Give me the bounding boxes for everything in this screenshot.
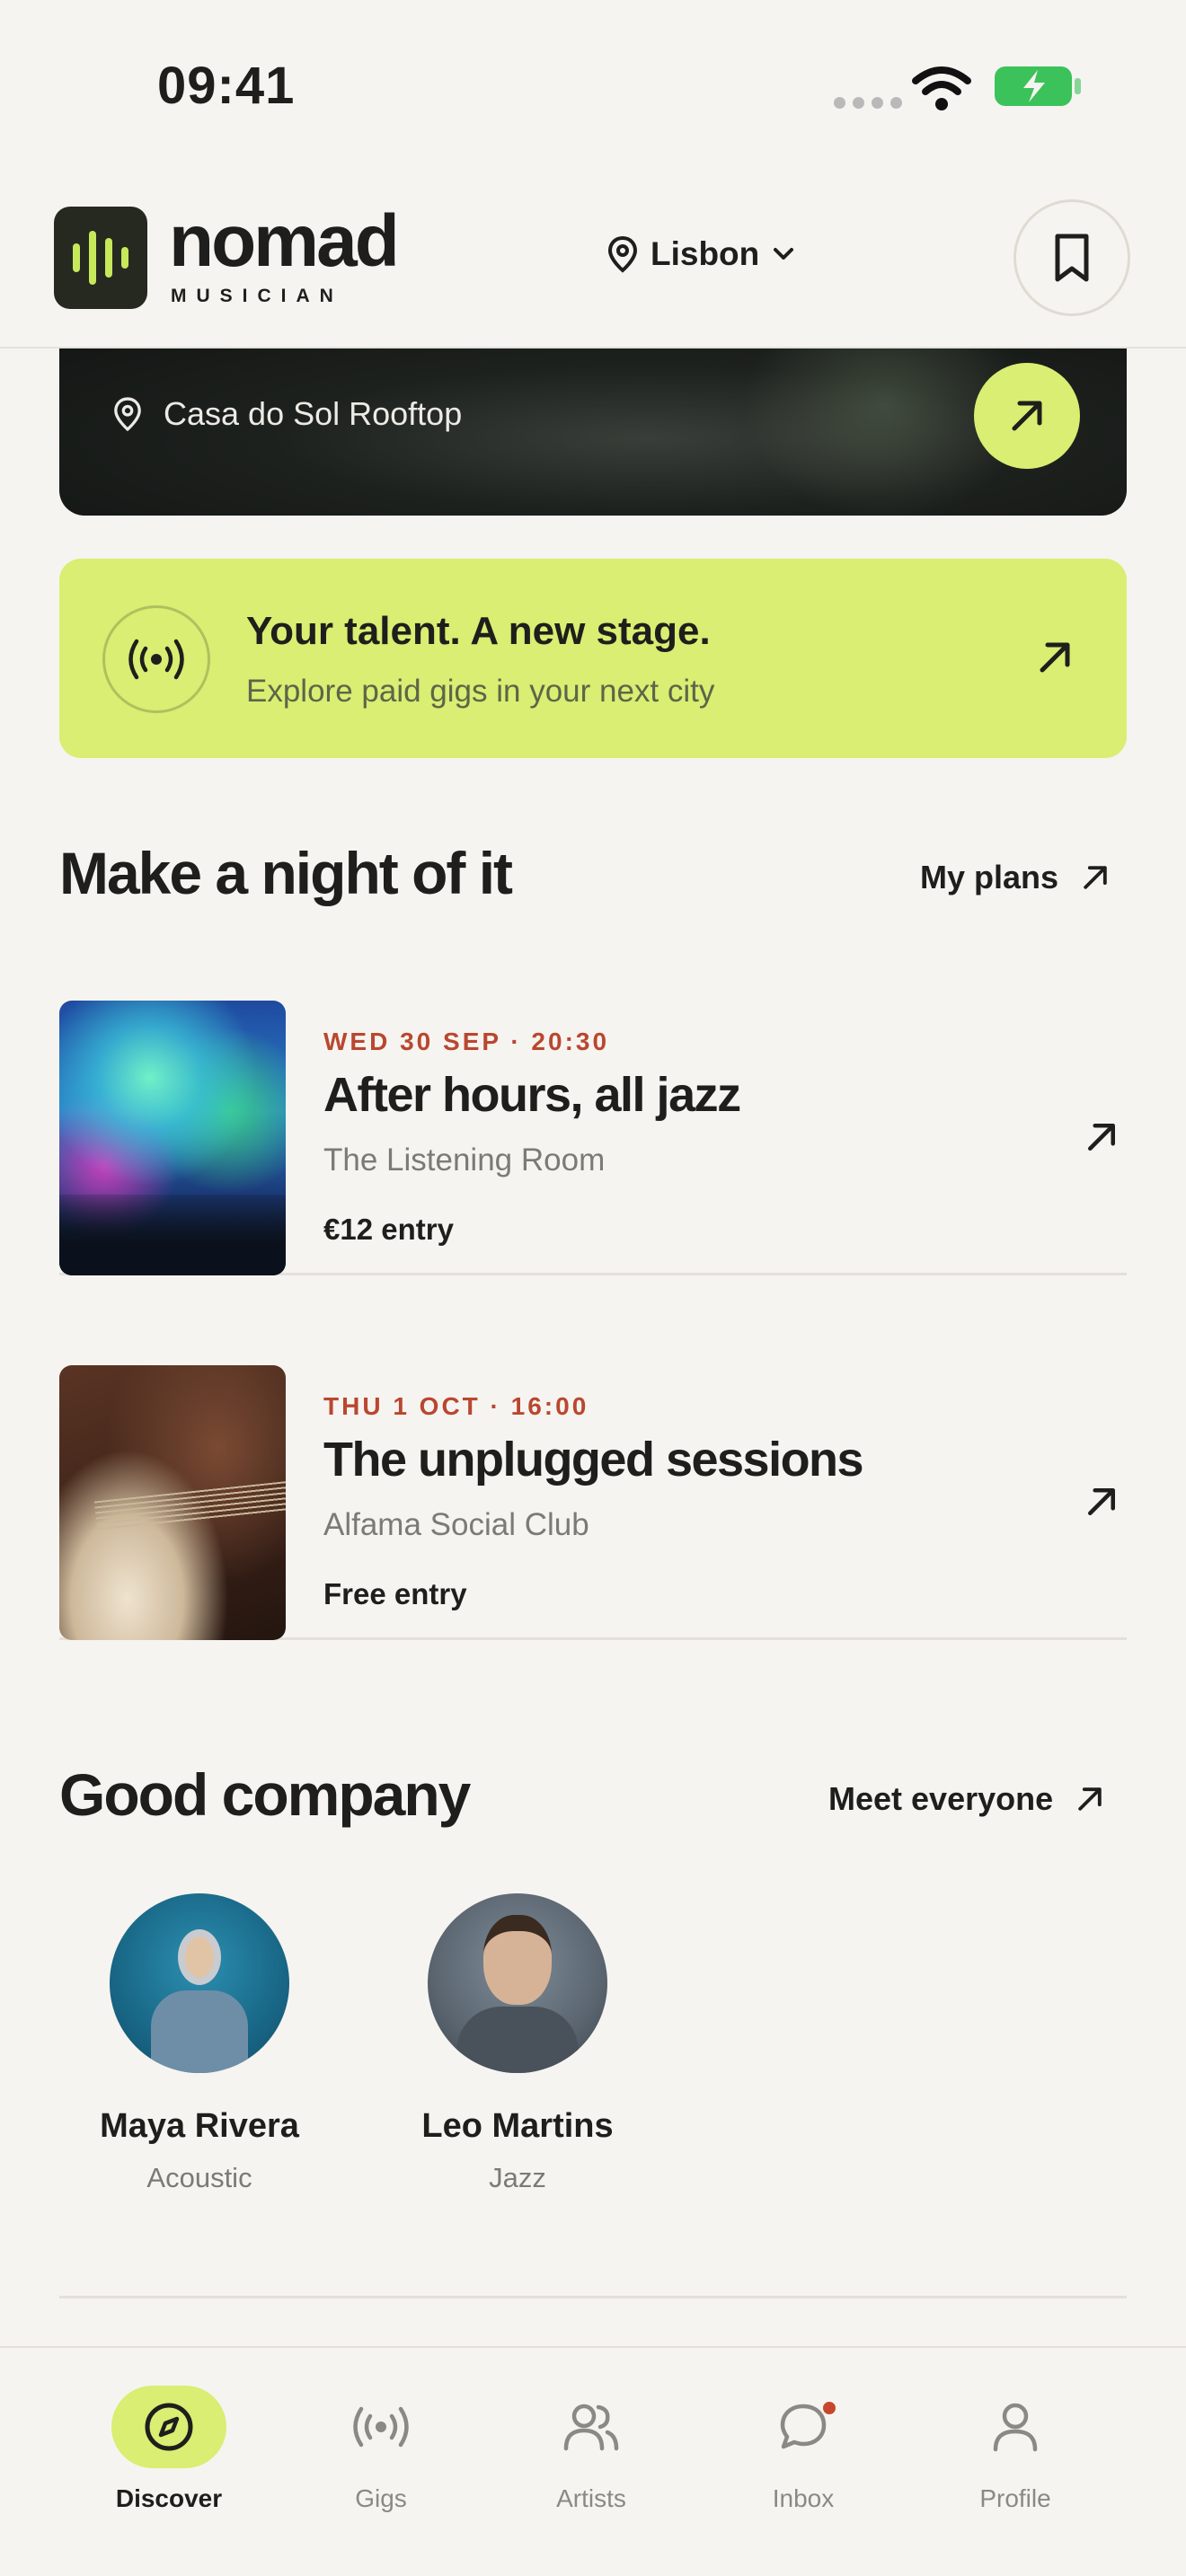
open-venue-button[interactable] xyxy=(974,363,1080,469)
user-icon xyxy=(993,2403,1038,2452)
venue-label: Casa do Sol Rooftop xyxy=(113,395,462,433)
tab-label: Gigs xyxy=(355,2484,407,2512)
tab-label: Profile xyxy=(979,2484,1051,2512)
event-date: WED 30 SEP · 20:30 xyxy=(323,1028,610,1055)
logo-text: nomad xyxy=(169,200,400,282)
bookmark-icon xyxy=(1055,234,1089,282)
logo-subtitle: MUSICIAN xyxy=(171,286,343,306)
unread-dot xyxy=(823,2402,836,2414)
tab-label: Artists xyxy=(556,2484,626,2512)
status-time: 09:41 xyxy=(157,57,296,115)
arrow-up-right-icon xyxy=(1088,1488,1115,1515)
event-title: The unplugged sessions xyxy=(323,1433,864,1486)
event-venue: The Listening Room xyxy=(323,1142,606,1178)
person-genre: Acoustic xyxy=(146,2162,252,2193)
arrow-up-right-icon xyxy=(1088,1124,1115,1151)
tab-label: Inbox xyxy=(772,2484,835,2512)
section-divider xyxy=(59,2296,1127,2298)
tab-profile[interactable]: Profile xyxy=(925,2386,1105,2513)
status-bar: 09:41 xyxy=(0,0,1186,171)
tab-discover[interactable]: Discover xyxy=(79,2386,259,2513)
event-thumbnail xyxy=(59,1365,286,1640)
cellular-signal-icon xyxy=(834,97,902,109)
event-date: THU 1 OCT · 16:00 xyxy=(323,1392,589,1420)
chat-bubble-icon xyxy=(780,2404,827,2449)
person-card[interactable]: Leo Martins Jazz xyxy=(401,1893,634,2194)
promo-subtitle: Explore paid gigs in your next city xyxy=(246,674,715,709)
battery-charging-icon xyxy=(995,66,1081,106)
featured-venue-card[interactable]: Casa do Sol Rooftop xyxy=(59,323,1127,516)
meet-everyone-label: Meet everyone xyxy=(828,1780,1054,1817)
promo-title: Your talent. A new stage. xyxy=(246,609,711,653)
event-thumbnail xyxy=(59,1001,286,1275)
arrow-up-right-icon xyxy=(1084,866,1107,889)
city-picker[interactable]: Lisbon xyxy=(607,235,795,273)
arrow-up-right-icon xyxy=(1040,642,1070,673)
promo-banner[interactable]: Your talent. A new stage. Explore paid g… xyxy=(59,559,1127,758)
broadcast-icon xyxy=(102,605,210,713)
meet-everyone-link[interactable]: Meet everyone xyxy=(828,1780,1105,1818)
logo-mark-icon xyxy=(54,207,147,309)
event-list-item[interactable]: THU 1 OCT · 16:00 The unplugged sessions… xyxy=(59,1365,1127,1640)
person-genre: Jazz xyxy=(489,2162,546,2193)
person-name: Maya Rivera xyxy=(100,2107,299,2145)
app-header: nomad MUSICIAN Lisbon xyxy=(0,171,1186,348)
tab-artists[interactable]: Artists xyxy=(501,2386,681,2513)
venue-name: Casa do Sol Rooftop xyxy=(164,395,463,432)
arrow-up-right-icon xyxy=(1078,1787,1102,1811)
arrow-up-right-icon xyxy=(1012,401,1042,431)
avatar xyxy=(428,1893,607,2073)
person-card[interactable]: Maya Rivera Acoustic xyxy=(83,1893,316,2194)
event-venue: Alfama Social Club xyxy=(323,1507,589,1542)
tab-label: Discover xyxy=(115,2484,223,2512)
my-plans-link[interactable]: My plans xyxy=(920,859,1111,896)
bookmark-button[interactable] xyxy=(1013,199,1130,316)
broadcast-icon xyxy=(353,2406,409,2448)
person-name: Leo Martins xyxy=(421,2107,614,2145)
event-price: Free entry xyxy=(323,1577,467,1610)
tab-gigs[interactable]: Gigs xyxy=(291,2386,471,2513)
tab-inbox[interactable]: Inbox xyxy=(713,2386,893,2513)
city-label: Lisbon xyxy=(651,235,760,272)
users-icon xyxy=(563,2404,619,2451)
compass-icon xyxy=(145,2403,193,2451)
avatar xyxy=(110,1893,289,2073)
wifi-icon xyxy=(912,66,971,110)
event-list-item[interactable]: WED 30 SEP · 20:30 After hours, all jazz… xyxy=(59,1001,1127,1275)
event-title: After hours, all jazz xyxy=(323,1068,741,1122)
events-section-title: Make a night of it xyxy=(59,840,513,906)
people-section-title: Good company xyxy=(59,1761,471,1828)
location-pin-icon xyxy=(607,235,638,273)
bottom-tab-bar: Discover Gigs Artists Inbox Profile xyxy=(0,2346,1186,2576)
location-pin-icon xyxy=(114,397,141,432)
chevron-down-icon xyxy=(774,248,794,260)
my-plans-label: My plans xyxy=(920,859,1059,895)
event-price: €12 entry xyxy=(323,1213,454,1246)
